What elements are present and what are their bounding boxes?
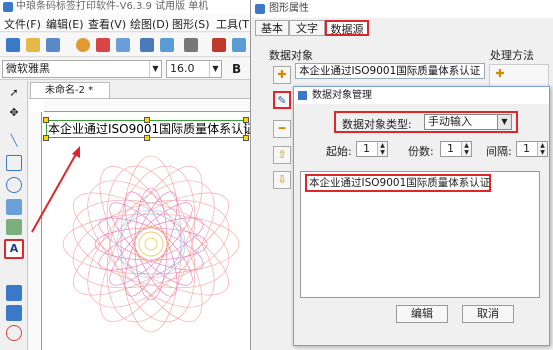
start-value: 1 bbox=[363, 142, 370, 155]
data-object-management-dialog: 数据对象管理 数据对象类型: 手动输入 ▼ 起始: 1 ▲ ▼ 份数: 1 ▲ … bbox=[293, 86, 550, 346]
start-label: 起始: bbox=[326, 145, 352, 158]
tab-text-label: 文字 bbox=[296, 22, 318, 35]
interval-label: 间隔: bbox=[486, 145, 512, 158]
app-window: 中琅条码标签打印软件-V6.3.9 试用版 单机 文件(F) 编辑(E) 查看(… bbox=[0, 0, 553, 350]
tab-basic-label: 基本 bbox=[261, 22, 283, 35]
data-object-label: 数据对象 bbox=[269, 49, 313, 62]
chevron-down-icon[interactable]: ▼ bbox=[377, 149, 387, 156]
start-stepper[interactable]: 1 ▲ ▼ bbox=[356, 141, 388, 157]
annotation-arrow bbox=[31, 146, 80, 233]
properties-title: 图形属性 bbox=[269, 3, 309, 14]
interval-value: 1 bbox=[523, 142, 530, 155]
data-type-row: 数据对象类型: 手动输入 ▼ bbox=[334, 111, 518, 133]
dialog-titlebar: 数据对象管理 bbox=[294, 87, 549, 104]
add-icon[interactable]: ✚ bbox=[273, 66, 291, 84]
data-type-value: 手动输入 bbox=[428, 115, 472, 128]
tab-text[interactable]: 文字 bbox=[289, 20, 325, 36]
chevron-up-icon[interactable]: ▲ bbox=[537, 142, 547, 149]
minus-icon[interactable]: ━ bbox=[273, 120, 291, 138]
add-icon[interactable]: ✚ bbox=[492, 67, 508, 83]
app-logo-icon bbox=[298, 91, 307, 100]
chevron-down-icon[interactable]: ▼ bbox=[537, 149, 547, 156]
tab-basic[interactable]: 基本 bbox=[255, 20, 289, 36]
data-type-select[interactable]: 手动输入 ▼ bbox=[424, 114, 512, 130]
chevron-up-icon[interactable]: ▲ bbox=[377, 142, 387, 149]
edit-button[interactable]: 编辑 bbox=[396, 305, 448, 323]
data-type-label: 数据对象类型: bbox=[342, 118, 412, 131]
properties-titlebar: 图形属性 bbox=[251, 0, 553, 18]
content-text: 本企业通过ISO9001国际质量体系认证 bbox=[305, 174, 491, 192]
chevron-down-icon: ▼ bbox=[497, 115, 511, 129]
app-logo-icon bbox=[255, 4, 265, 14]
edit-icon[interactable]: ✎ bbox=[273, 91, 291, 109]
chevron-up-icon[interactable]: ▲ bbox=[461, 142, 471, 149]
chevron-down-icon[interactable]: ▼ bbox=[461, 149, 471, 156]
tab-datasource-label: 数据源 bbox=[330, 23, 364, 36]
count-stepper[interactable]: 1 ▲ ▼ bbox=[440, 141, 472, 157]
interval-stepper[interactable]: 1 ▲ ▼ bbox=[516, 141, 548, 157]
tab-datasource[interactable]: 数据源 bbox=[325, 20, 369, 36]
cancel-button[interactable]: 取消 bbox=[462, 305, 514, 323]
down-arrow-icon[interactable]: ⇩ bbox=[273, 171, 291, 189]
content-textarea[interactable]: 本企业通过ISO9001国际质量体系认证 bbox=[300, 171, 540, 298]
dialog-title: 数据对象管理 bbox=[312, 90, 372, 101]
count-value: 1 bbox=[447, 142, 454, 155]
up-arrow-icon[interactable]: ⇧ bbox=[273, 146, 291, 164]
data-object-item[interactable]: 本企业通过ISO9001国际质量体系认证 bbox=[295, 63, 485, 79]
handle-method-label: 处理方法 bbox=[490, 49, 534, 62]
count-label: 份数: bbox=[408, 145, 434, 158]
